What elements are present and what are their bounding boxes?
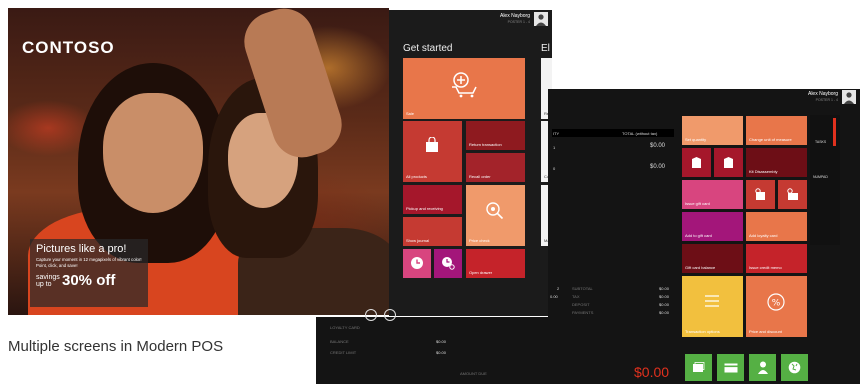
avatar[interactable] [534, 12, 548, 26]
pay-card-button[interactable] [717, 354, 744, 381]
amount-due-value: $0.00 [634, 364, 670, 380]
credit-card-icon [724, 363, 737, 373]
tile-label: Change unit of measure [749, 137, 792, 142]
user-name: Alex Nayborg [807, 91, 838, 97]
card-return-icon [787, 188, 798, 200]
brand-logo: CONTOSO [22, 38, 115, 57]
tile-gift-card-balance[interactable]: Gift card balance [682, 244, 743, 273]
tab-numpad[interactable]: NUMPAD [813, 175, 828, 179]
tile-remove-product[interactable] [714, 148, 743, 177]
summary-label: DEPOSIT [572, 302, 590, 307]
promo-title: Pictures like a pro! [36, 243, 127, 255]
tile-return-payment[interactable] [778, 180, 807, 209]
tile-add-product[interactable] [682, 148, 711, 177]
list-icon [705, 295, 719, 307]
savings-row: savings up to 30% off [36, 272, 142, 289]
header-total: TOTAL (without tax) [622, 131, 658, 136]
tile-label: Price and discount [749, 329, 782, 334]
box-icon [724, 157, 733, 168]
tile-label: Gift card balance [685, 265, 716, 270]
section-title-2: El [541, 43, 550, 54]
section-title: Get started [403, 43, 453, 54]
tile-add-loyalty-card[interactable]: Add loyalty card [746, 212, 807, 241]
tile-kit-disassembly[interactable]: Kit Disassembly [746, 148, 807, 177]
tile-label: Kit Disassembly [749, 169, 778, 174]
summary-value: $0.00 [659, 310, 670, 315]
cash-icon [693, 362, 705, 373]
user-info: Alex Nayborg POSTER 1 - 4 [808, 91, 838, 102]
person-icon [844, 92, 854, 104]
field-label: BALANCE [330, 339, 349, 344]
user-name: Alex Nayborg [499, 13, 530, 19]
pos-screen-transaction: Alex Nayborg POSTER 1 - 4 ITY TOTAL (wit… [316, 89, 860, 384]
summary-value: $0.00 [659, 302, 670, 307]
box-return-icon [755, 188, 765, 200]
tile-label: Issue credit memo [749, 265, 782, 270]
person-face [103, 93, 203, 213]
header-qty: ITY [553, 131, 560, 136]
tile-transaction-options[interactable]: Transaction options [682, 276, 743, 337]
pay-cash-button[interactable] [685, 354, 712, 381]
field-value: $0.00 [436, 339, 447, 344]
summary-label: SUBTOTAL [572, 286, 593, 291]
pay-customer-account-button[interactable] [749, 354, 776, 381]
user-info: Alex Nayborg POSTER 1 - 4 [500, 13, 530, 24]
tile-label: Set quantity [685, 137, 707, 142]
promo-box: Pictures like a pro! Capture your moment… [30, 239, 148, 307]
tile-price-discount[interactable]: % Price and discount [746, 276, 807, 337]
percent-icon: % [767, 293, 785, 311]
summary-label: TAX [572, 294, 580, 299]
promo-description: Capture your moment in 12 megapixels of … [36, 257, 142, 268]
savings-value: 30% off [62, 272, 116, 289]
customer-search-icon[interactable] [384, 309, 396, 321]
person-icon [536, 14, 546, 26]
summary-value: $0.00 [659, 286, 670, 291]
tab-indicator [833, 118, 836, 146]
tile-change-uom[interactable]: Change unit of measure [746, 116, 807, 145]
field-value: $0.00 [436, 350, 447, 355]
line-qty: 0 [553, 166, 556, 171]
pay-currency-button[interactable] [781, 354, 808, 381]
customer-icon[interactable] [365, 309, 377, 321]
field-label: LOYALTY CARD [330, 325, 360, 330]
field-label: CREDIT LIMIT [330, 350, 357, 355]
tile-return-product[interactable] [746, 180, 775, 209]
summary-amount: 0.00 [550, 294, 558, 299]
tile-label: Transaction options [685, 329, 720, 334]
amount-due-label: AMOUNT DUE [460, 371, 487, 376]
line-qty: 1 [553, 145, 556, 150]
summary-value: $0.00 [659, 294, 670, 299]
user-register: POSTER 1 - 4 [815, 98, 838, 102]
line-total: $0.00 [650, 143, 666, 149]
savings-label: savings up to [36, 273, 60, 288]
tile-add-gift-card[interactable]: Add to gift card [682, 212, 743, 241]
svg-text:%: % [772, 299, 781, 309]
summary-count: 2 [557, 286, 560, 291]
tile-issue-credit-memo[interactable]: Issue credit memo [746, 244, 807, 273]
tab-tasks[interactable]: TASKS [815, 140, 826, 144]
tile-label: Add loyalty card [749, 233, 778, 238]
tile-set-quantity[interactable]: Set quantity [682, 116, 743, 145]
tile-label: Add to gift card [685, 233, 712, 238]
box-icon [692, 157, 701, 168]
line-total: $0.00 [650, 164, 666, 170]
summary-label: PAYMENTS [572, 310, 594, 315]
person-icon [757, 361, 768, 375]
user-register: POSTER 1 - 4 [507, 20, 530, 24]
page-caption: Multiple screens in Modern POS [8, 338, 224, 355]
tile-label: Issue gift card [685, 201, 710, 206]
avatar[interactable] [842, 90, 856, 104]
globe-icon [788, 362, 801, 374]
tile-issue-gift-card[interactable]: Issue gift card [682, 180, 743, 209]
